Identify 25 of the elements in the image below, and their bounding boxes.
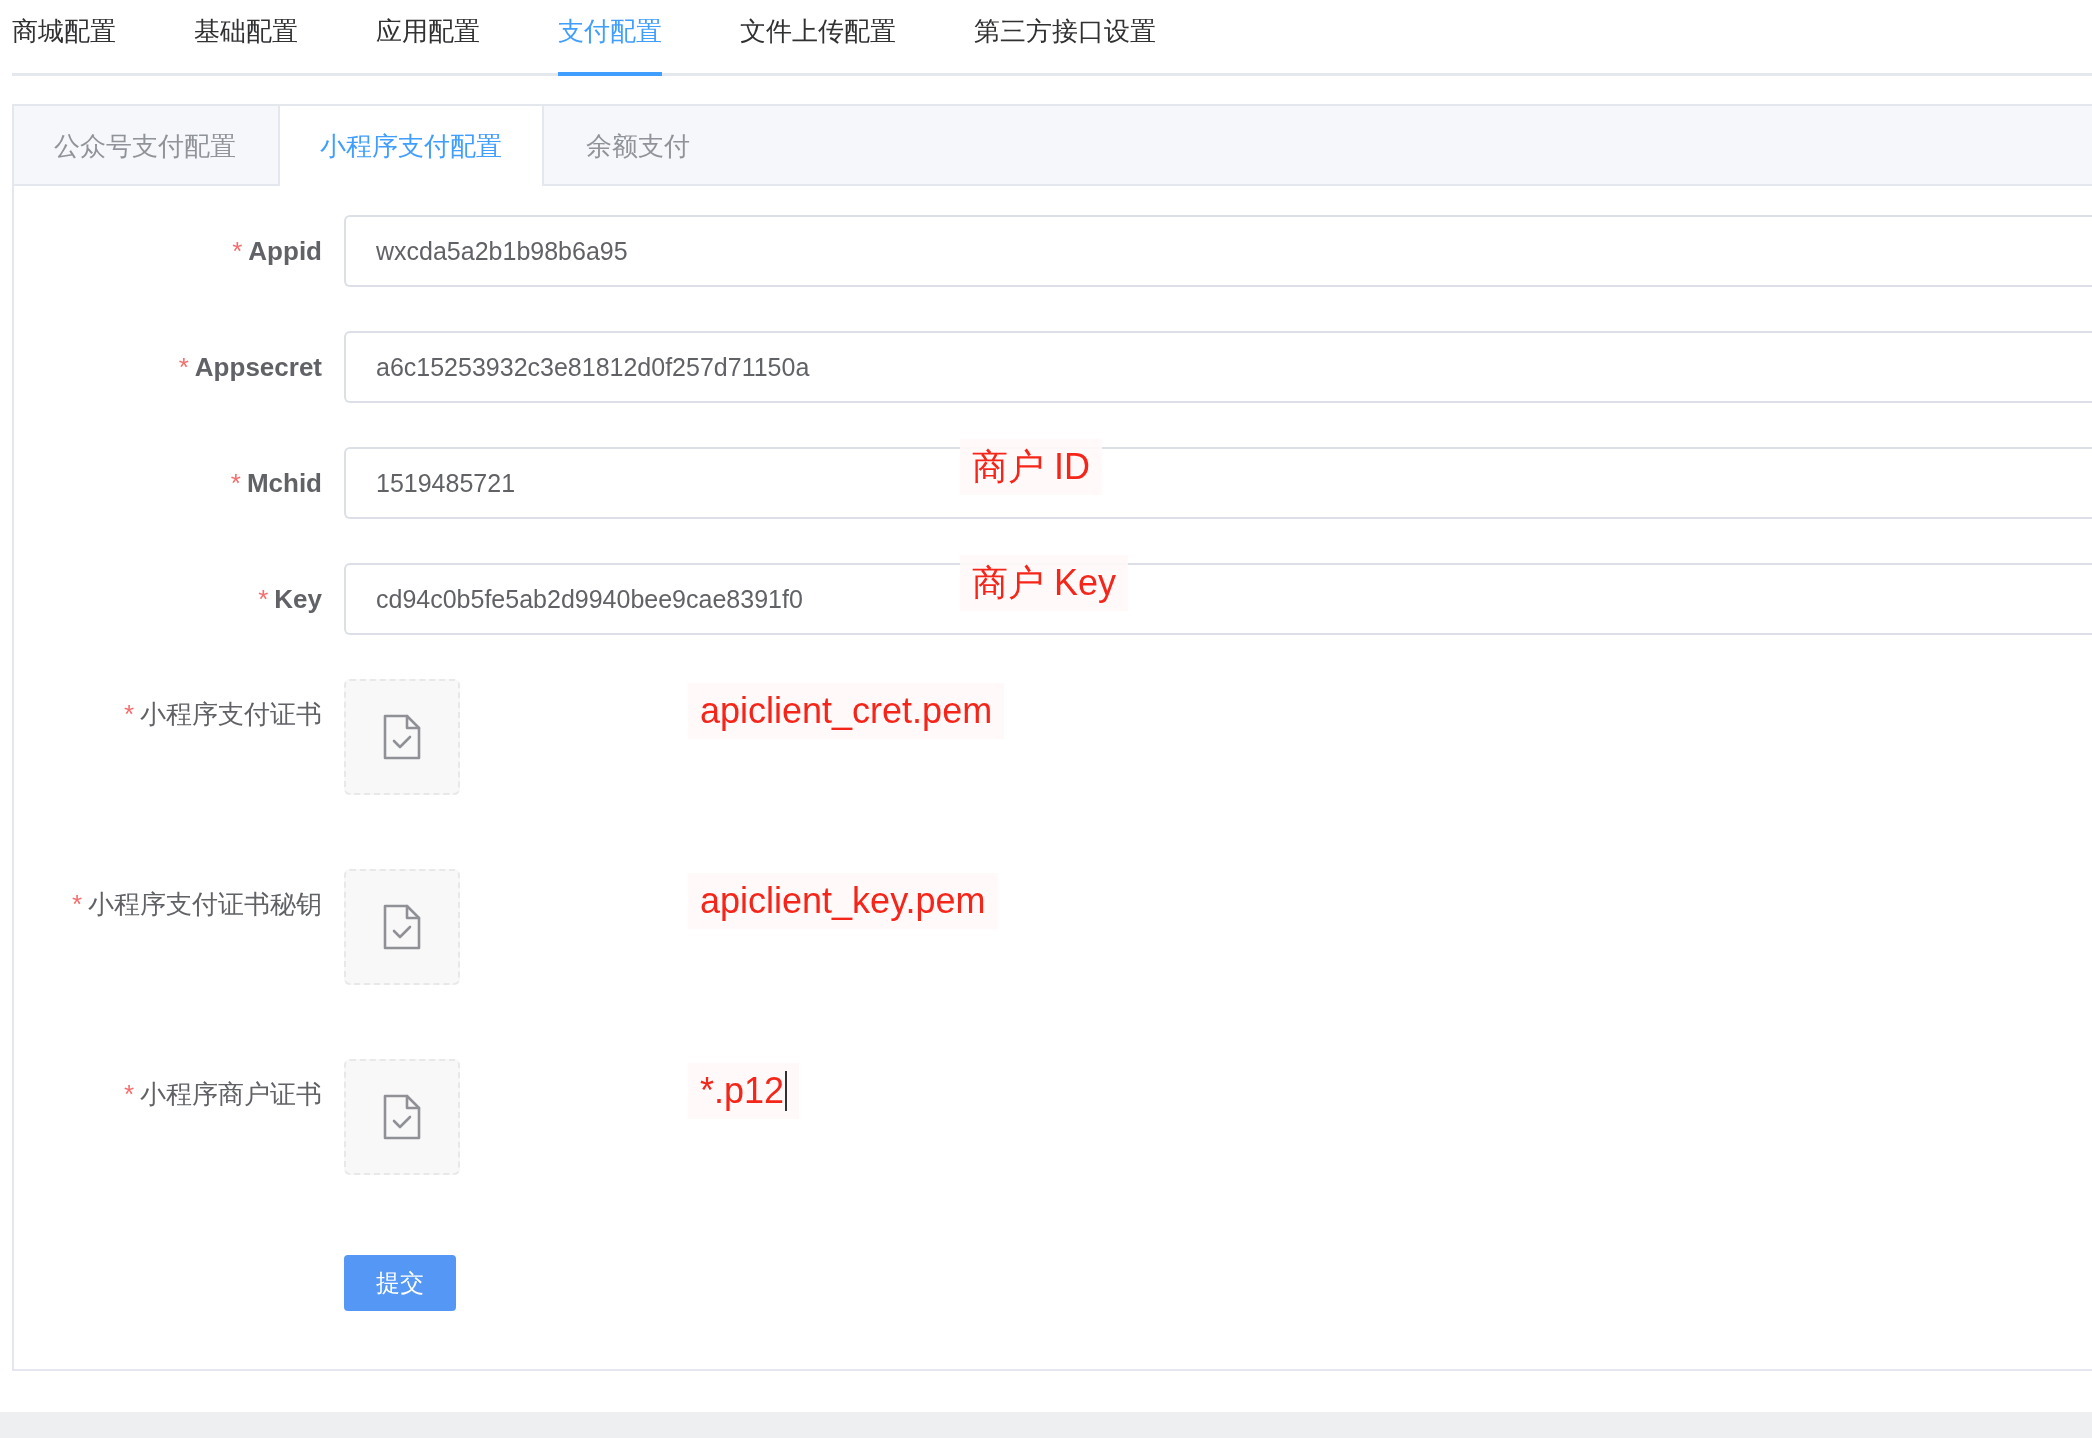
- annotation-text: 商户 ID: [960, 439, 1102, 495]
- text-input[interactable]: wxcda5a2b1b98b6a95: [344, 215, 2092, 287]
- nav-tab[interactable]: 商城配置: [12, 0, 116, 73]
- nav-tab[interactable]: 文件上传配置: [740, 0, 896, 73]
- file-check-icon: [382, 713, 422, 761]
- annotation-text: 商户 Key: [960, 555, 1129, 611]
- file-upload[interactable]: [344, 1059, 460, 1175]
- field-label: * Key: [257, 583, 323, 616]
- nav-tab[interactable]: 应用配置: [376, 0, 480, 73]
- file-upload[interactable]: [344, 679, 460, 795]
- field-label: * Mchid: [229, 467, 323, 500]
- field-label: * 小程序支付证书: [122, 698, 323, 731]
- nav-tab[interactable]: 基础配置: [194, 0, 298, 73]
- field-label: * Appsecret: [177, 351, 323, 384]
- text-input[interactable]: a6c15253932c3e81812d0f257d71150a: [344, 331, 2092, 403]
- file-check-icon: [382, 903, 422, 951]
- annotation-text: *.p12: [688, 1063, 800, 1119]
- file-upload[interactable]: [344, 869, 460, 985]
- field-label: * 小程序商户证书: [122, 1078, 323, 1111]
- field-label: * 小程序支付证书秘钥: [70, 888, 323, 921]
- file-check-icon: [382, 1093, 422, 1141]
- nav-tab[interactable]: 第三方接口设置: [974, 0, 1156, 73]
- field-label: * Appid: [231, 235, 323, 268]
- annotation-text: apiclient_cret.pem: [688, 683, 1005, 739]
- annotation-text: apiclient_key.pem: [688, 873, 998, 929]
